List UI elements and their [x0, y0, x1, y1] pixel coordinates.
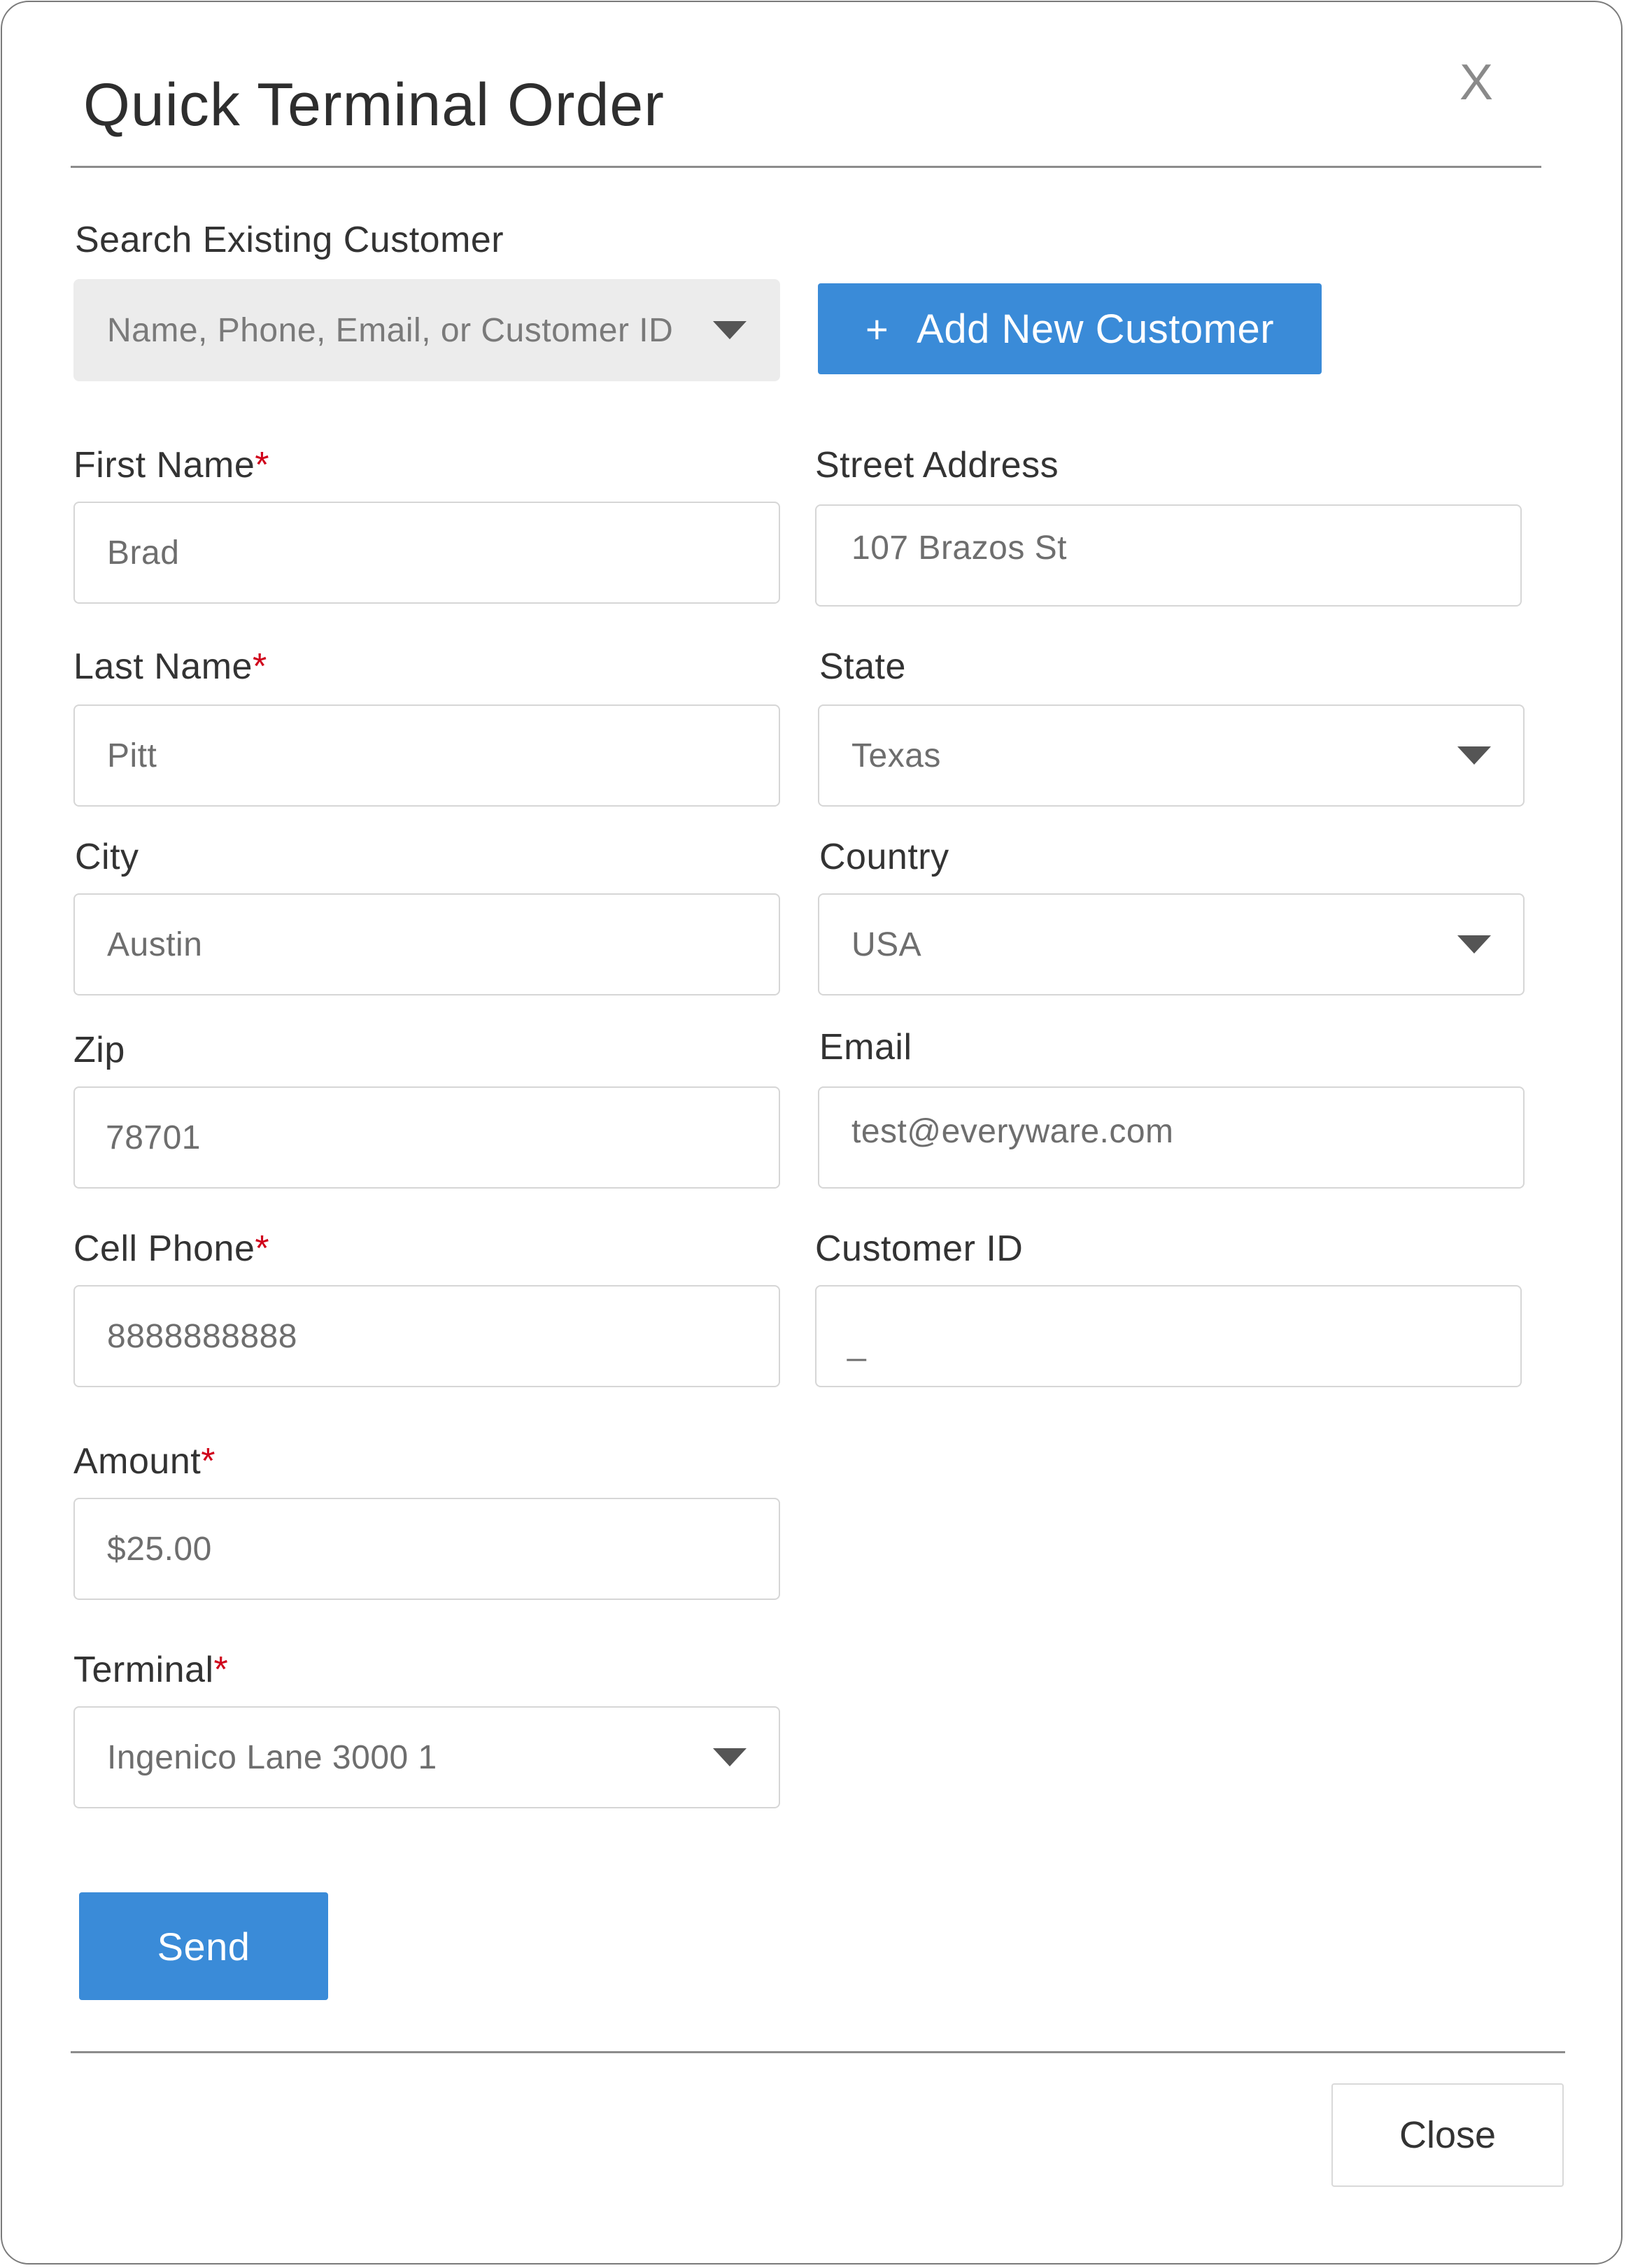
zip-value: 78701 [106, 1119, 201, 1156]
last-name-field[interactable]: Pitt [73, 704, 780, 807]
city-label: City [75, 837, 139, 877]
add-new-customer-label: Add New Customer [917, 306, 1275, 352]
chevron-down-icon [1457, 746, 1491, 765]
email-label: Email [819, 1027, 912, 1068]
amount-field[interactable]: $25.00 [73, 1498, 780, 1600]
cell-phone-value: 8888888888 [107, 1317, 297, 1355]
zip-field[interactable]: 78701 [73, 1086, 780, 1189]
amount-label: Amount* [73, 1441, 215, 1482]
cell-phone-field[interactable]: 8888888888 [73, 1285, 780, 1387]
street-address-label: Street Address [815, 445, 1059, 486]
quick-terminal-order-dialog: Quick Terminal Order X Search Existing C… [1, 1, 1623, 2265]
email-field[interactable]: test@everyware.com [818, 1086, 1525, 1189]
email-value: test@everyware.com [851, 1112, 1174, 1150]
street-address-value: 107 Brazos St [851, 529, 1067, 567]
last-name-value: Pitt [107, 737, 157, 774]
amount-value: $25.00 [107, 1530, 212, 1568]
terminal-select[interactable]: Ingenico Lane 3000 1 [73, 1706, 780, 1808]
close-icon[interactable]: X [1452, 51, 1501, 114]
dialog-title: Quick Terminal Order [83, 71, 665, 139]
close-button[interactable]: Close [1331, 2083, 1564, 2187]
add-new-customer-button[interactable]: + Add New Customer [818, 283, 1322, 374]
search-customer-label: Search Existing Customer [75, 220, 504, 260]
state-value: Texas [851, 737, 941, 774]
send-button[interactable]: Send [79, 1892, 328, 2000]
chevron-down-icon [713, 321, 747, 339]
customer-id-field[interactable]: _ [815, 1285, 1522, 1387]
cell-phone-label: Cell Phone* [73, 1228, 270, 1269]
chevron-down-icon [1457, 935, 1491, 954]
first-name-value: Brad [107, 534, 180, 572]
first-name-label: First Name* [73, 445, 269, 486]
chevron-down-icon [713, 1748, 747, 1766]
city-field[interactable]: Austin [73, 893, 780, 995]
first-name-field[interactable]: Brad [73, 502, 780, 604]
header-divider [71, 166, 1541, 168]
zip-label: Zip [73, 1030, 125, 1070]
terminal-label: Terminal* [73, 1650, 229, 1690]
search-customer-select[interactable]: Name, Phone, Email, or Customer ID [73, 279, 780, 381]
customer-id-value: _ [847, 1324, 867, 1362]
country-value: USA [851, 926, 922, 963]
last-name-label: Last Name* [73, 646, 267, 687]
search-customer-placeholder: Name, Phone, Email, or Customer ID [107, 311, 674, 349]
state-label: State [819, 646, 906, 687]
country-label: Country [819, 837, 949, 877]
city-value: Austin [107, 926, 203, 963]
customer-id-label: Customer ID [815, 1228, 1024, 1269]
state-select[interactable]: Texas [818, 704, 1525, 807]
footer-divider [71, 2051, 1565, 2053]
country-select[interactable]: USA [818, 893, 1525, 995]
plus-icon: + [865, 306, 889, 351]
street-address-field[interactable]: 107 Brazos St [815, 504, 1522, 607]
terminal-value: Ingenico Lane 3000 1 [107, 1738, 437, 1776]
